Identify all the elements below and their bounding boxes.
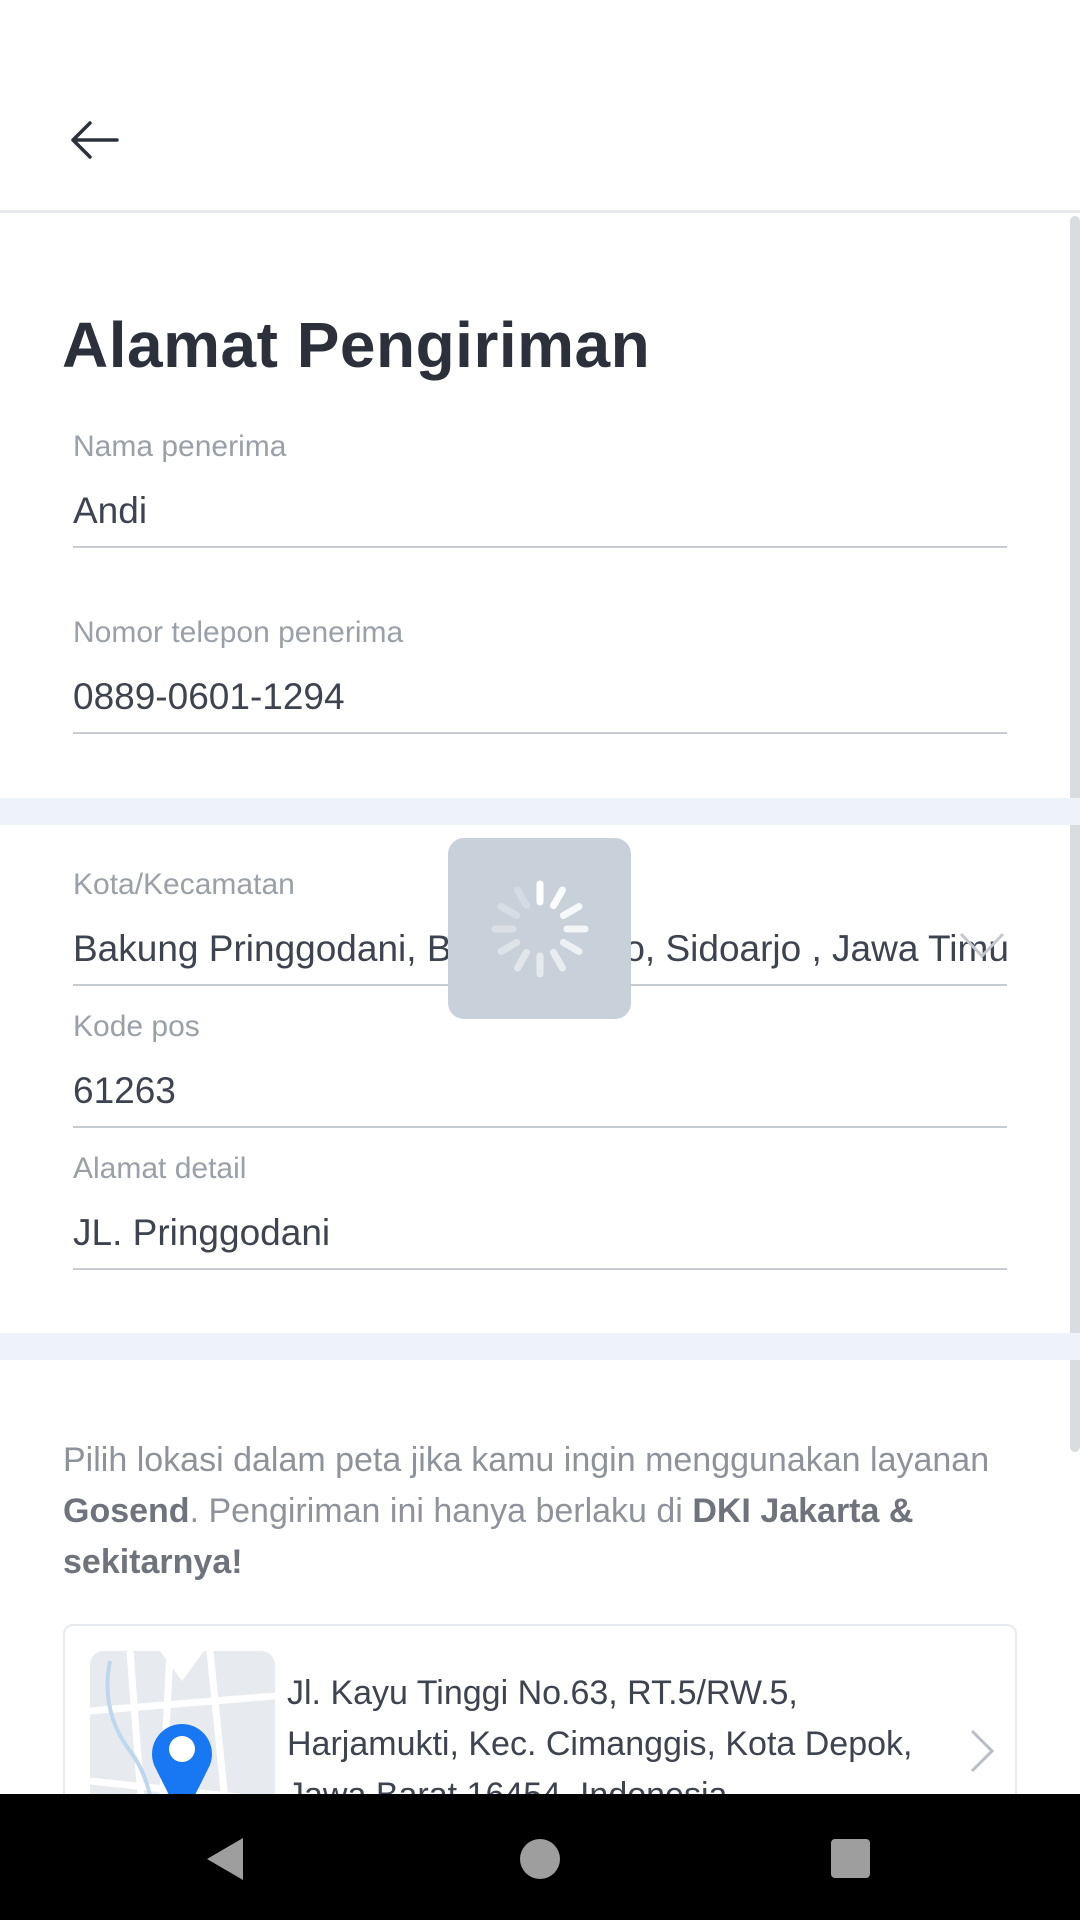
section-divider [0, 1333, 1080, 1360]
info-text-mid: . Pengiriman ini hanya berlaku di [189, 1492, 693, 1530]
section-divider [0, 798, 1080, 825]
info-text-brand: Gosend [63, 1492, 190, 1530]
arrow-left-icon [71, 121, 119, 159]
recipient-name-input[interactable]: Andi [73, 490, 1007, 546]
address-detail-label: Alamat detail [73, 1152, 247, 1185]
recipient-phone-field[interactable]: Nomor telepon penerima 0889-0601-1294 [73, 616, 1007, 734]
address-detail-input[interactable]: JL. Pringgodani [73, 1212, 1007, 1268]
recipient-name-field[interactable]: Nama penerima Andi [73, 430, 1007, 548]
info-text-pre: Pilih lokasi dalam peta jika kamu ingin … [63, 1441, 990, 1479]
system-nav-bar [0, 1794, 1080, 1920]
postal-code-field[interactable]: Kode pos 61263 [73, 1010, 1007, 1128]
back-button[interactable] [60, 110, 130, 170]
app-header [0, 0, 1080, 213]
nav-recents-icon[interactable] [831, 1839, 870, 1878]
page-title: Alamat Pengiriman [62, 309, 651, 381]
nav-home-icon[interactable] [520, 1839, 560, 1879]
field-underline [73, 1268, 1007, 1270]
chevron-right-icon [970, 1729, 995, 1773]
field-underline [73, 1126, 1007, 1128]
map-info-text: Pilih lokasi dalam peta jika kamu ingin … [63, 1435, 1003, 1588]
nav-back-icon[interactable] [205, 1836, 245, 1882]
recipient-phone-label: Nomor telepon penerima [73, 616, 404, 649]
recipient-name-label: Nama penerima [73, 430, 287, 463]
field-underline [73, 732, 1007, 734]
recipient-phone-input[interactable]: 0889-0601-1294 [73, 676, 1007, 732]
scrollbar[interactable] [1070, 216, 1080, 1452]
postal-code-input[interactable]: 61263 [73, 1070, 1007, 1126]
loading-overlay [448, 838, 631, 1019]
spinner-icon [491, 880, 588, 977]
chevron-down-icon [959, 932, 1005, 959]
field-underline [73, 546, 1007, 548]
address-detail-field[interactable]: Alamat detail JL. Pringgodani [73, 1152, 1007, 1270]
